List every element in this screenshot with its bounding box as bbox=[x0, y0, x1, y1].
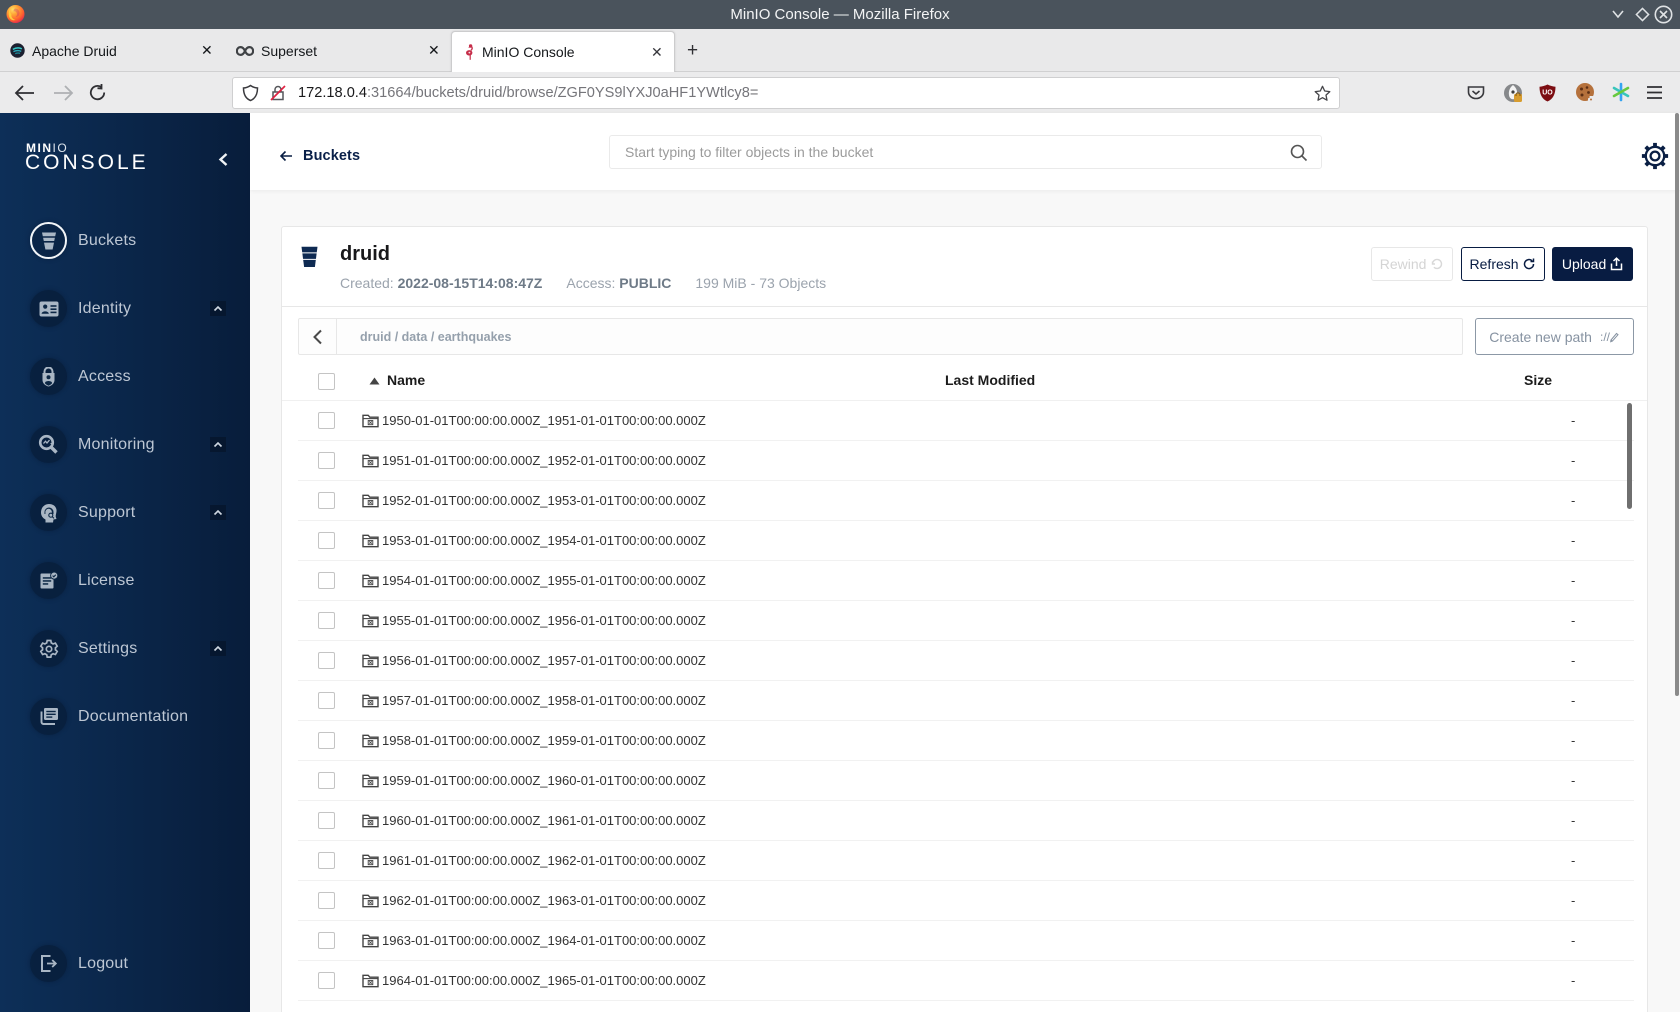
svg-text:://: :// bbox=[1600, 330, 1611, 344]
svg-text:UO: UO bbox=[1542, 90, 1553, 97]
